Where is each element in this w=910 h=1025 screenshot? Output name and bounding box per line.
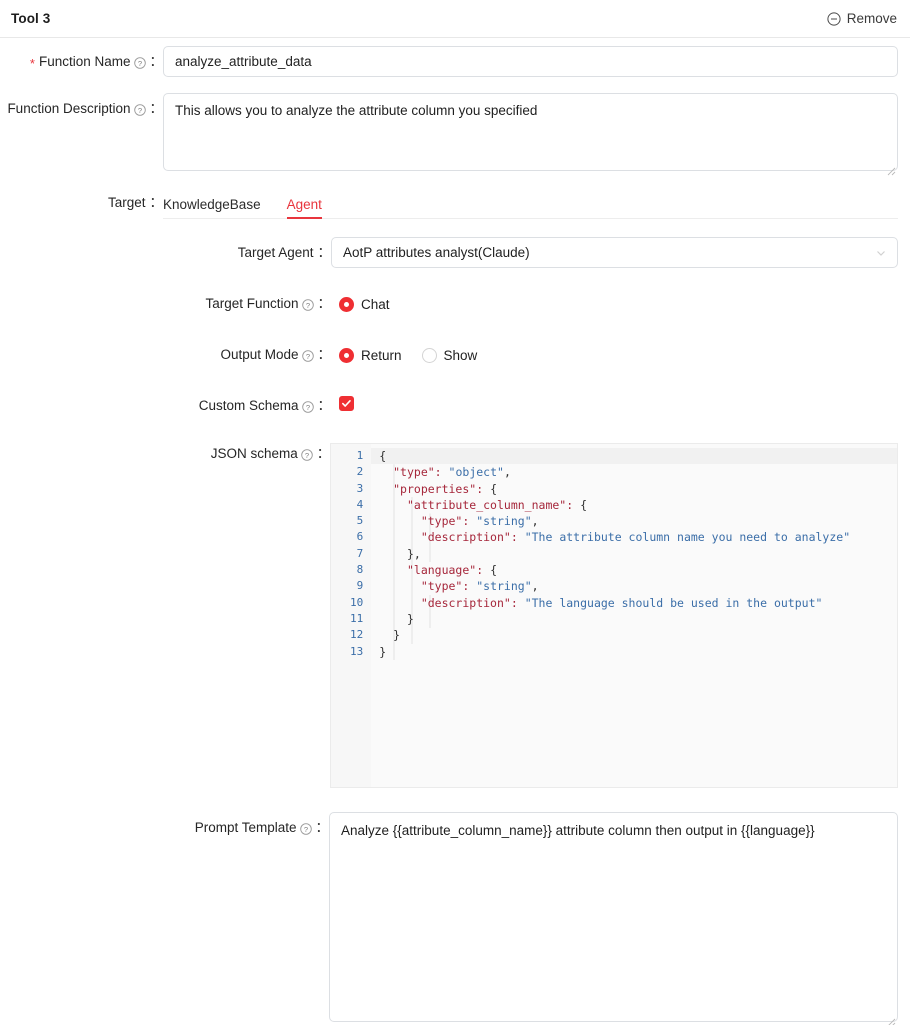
line-number: 9 — [356, 579, 364, 593]
target-function-row: Target Function ? ： Chat — [0, 294, 898, 314]
svg-text:?: ? — [305, 451, 309, 460]
target-agent-label: Target Agent ： — [237, 244, 331, 260]
code-line: } — [379, 628, 401, 643]
line-number: 11 — [350, 611, 364, 625]
chevron-down-icon — [875, 247, 887, 259]
tool-header: Tool 3 Remove — [0, 0, 910, 38]
radio-return-label: Return — [361, 347, 402, 363]
line-number: 7 — [356, 546, 364, 560]
code-line: } — [379, 644, 387, 659]
target-tabs: KnowledgeBase Agent — [163, 191, 898, 219]
code-line: "properties": { — [393, 481, 498, 496]
tab-agent[interactable]: Agent — [286, 197, 323, 219]
radio-chat[interactable]: Chat — [339, 296, 390, 312]
line-number: 2 — [356, 465, 364, 479]
custom-schema-row: Custom Schema ? ： — [0, 396, 898, 416]
line-number: 6 — [356, 530, 364, 544]
code-line: }, — [379, 546, 421, 561]
svg-text:?: ? — [137, 58, 141, 67]
function-description-row: Function Description ? ： — [0, 93, 898, 176]
question-circle-icon[interactable]: ? — [299, 822, 312, 835]
output-mode-radio-group: Return Show — [339, 345, 477, 365]
radio-chat-label: Chat — [361, 296, 390, 312]
question-circle-icon[interactable]: ? — [301, 449, 313, 461]
json-schema-label: JSON schema ? ： — [210, 446, 331, 462]
code-line: "type": "string", — [420, 579, 539, 594]
custom-schema-checkbox[interactable] — [339, 396, 354, 411]
custom-schema-label: Custom Schema ? ： — [198, 398, 331, 414]
target-agent-row: Target Agent ： AotP attributes analyst(C… — [0, 237, 898, 268]
editor-code-area[interactable]: { "type": "object", "properties": { "att… — [371, 444, 897, 787]
line-number: 13 — [350, 644, 364, 658]
editor-line-number-gutter: 1 2 3 4 5 6 7 8 9 10 11 12 13 — [331, 444, 372, 787]
target-agent-select[interactable]: AotP attributes analyst(Claude) — [331, 237, 898, 268]
code-line: "attribute_column_name": { — [406, 497, 588, 512]
function-description-textarea[interactable] — [163, 93, 898, 171]
check-icon — [341, 399, 351, 407]
function-name-input[interactable] — [163, 46, 898, 77]
svg-text:?: ? — [305, 352, 309, 361]
tool-config-panel: Tool 3 Remove * Function Name ? ： analyz… — [0, 0, 910, 1025]
code-line: "language": { — [406, 563, 498, 578]
code-line: } — [379, 611, 414, 626]
svg-text:?: ? — [137, 105, 141, 114]
question-circle-icon[interactable]: ? — [301, 350, 314, 362]
radio-indicator — [339, 296, 354, 312]
code-line: "type": "string", — [420, 514, 539, 529]
line-number: 3 — [356, 481, 364, 495]
line-number: 4 — [356, 497, 364, 511]
target-function-radio-group: Chat — [339, 294, 390, 314]
function-description-label: Function Description ? ： — [7, 100, 163, 116]
line-number: 10 — [350, 595, 364, 609]
radio-indicator — [339, 347, 354, 363]
code-line: "description": "The language should be u… — [420, 595, 823, 610]
json-schema-row: JSON schema ? ： 1 2 3 4 5 6 7 8 9 10 11 12 13 { "typ… — [0, 443, 898, 788]
code-line: "description": "The attribute column nam… — [420, 530, 851, 545]
output-mode-label: Output Mode ? ： — [220, 347, 331, 363]
remove-button[interactable]: Remove — [827, 11, 898, 26]
line-number: 5 — [356, 514, 364, 528]
page-title: Tool 3 — [11, 11, 51, 26]
radio-show[interactable]: Show — [421, 347, 478, 363]
radio-return[interactable]: Return — [339, 347, 402, 363]
target-row: Target ： KnowledgeBase Agent — [0, 191, 898, 219]
function-name-row: * Function Name ? ： — [0, 46, 898, 77]
line-number: 1 — [356, 449, 364, 462]
line-number: 8 — [356, 563, 364, 577]
remove-button-label: Remove — [846, 11, 897, 26]
prompt-template-label: Prompt Template ? ： — [194, 819, 329, 835]
radio-indicator — [421, 347, 437, 363]
output-mode-row: Output Mode ? ： Return Show — [0, 345, 898, 365]
line-number: 12 — [350, 628, 364, 642]
prompt-template-textarea[interactable] — [329, 812, 898, 1022]
function-name-label: * Function Name ? ： — [29, 53, 163, 71]
svg-text:?: ? — [305, 403, 309, 412]
radio-show-label: Show — [443, 347, 478, 363]
code-line: { — [371, 448, 897, 465]
json-schema-code-editor[interactable]: 1 2 3 4 5 6 7 8 9 10 11 12 13 { "type": "object", "p… — [330, 443, 898, 788]
svg-text:?: ? — [305, 301, 309, 310]
prompt-template-row: Prompt Template ? ： — [0, 812, 898, 1025]
tab-knowledgebase[interactable]: KnowledgeBase — [163, 197, 261, 219]
target-agent-selected-value: AotP attributes analyst(Claude) — [343, 245, 530, 260]
required-marker: * — [29, 56, 35, 71]
code-line: "type": "object", — [393, 465, 511, 480]
circle-minus-icon — [827, 11, 841, 26]
question-circle-icon[interactable]: ? — [133, 56, 146, 69]
question-circle-icon[interactable]: ? — [301, 401, 314, 413]
target-function-label: Target Function ? ： — [205, 296, 331, 312]
target-label: Target ： — [107, 195, 163, 211]
svg-text:?: ? — [303, 824, 307, 833]
question-circle-icon[interactable]: ? — [301, 299, 314, 311]
question-circle-icon[interactable]: ? — [133, 103, 146, 116]
